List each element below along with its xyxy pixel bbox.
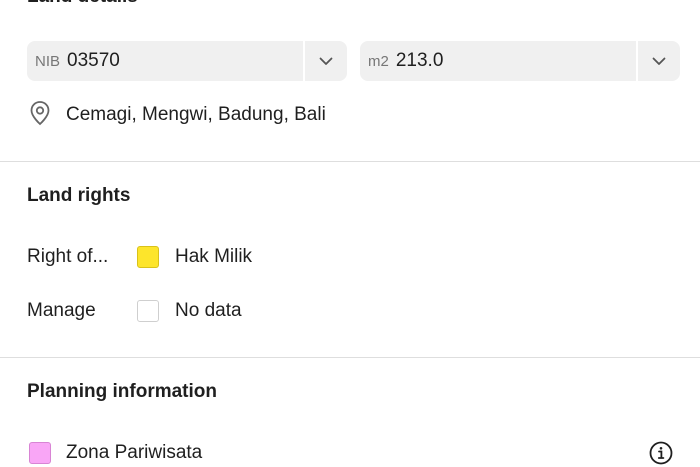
chevron-down-icon[interactable] [638, 41, 680, 81]
location-text: Cemagi, Mengwi, Badung, Bali [66, 104, 326, 125]
planning-heading: Planning information [27, 381, 217, 402]
zone-swatch [29, 442, 51, 464]
manage-label: Manage [27, 300, 96, 321]
zone-value: Zona Pariwisata [66, 442, 203, 463]
area-value: 213.0 [395, 50, 444, 71]
chevron-down-icon[interactable] [305, 41, 347, 81]
location-pin-icon [29, 100, 51, 131]
right-of-swatch [137, 246, 159, 268]
area-prefix: m2 [368, 52, 389, 70]
land-details-heading: Land details [27, 0, 138, 8]
right-of-value: Hak Milik [175, 246, 253, 267]
location-row: Cemagi, Mengwi, Badung, Bali [29, 100, 326, 131]
area-select[interactable]: m2 213.0 [360, 41, 680, 81]
nib-prefix: NIB [35, 52, 61, 70]
nib-select[interactable]: NIB 03570 [27, 41, 347, 81]
section-divider [0, 357, 700, 358]
section-divider [0, 161, 700, 162]
manage-value: No data [175, 300, 242, 321]
right-of-label: Right of... [27, 246, 109, 267]
nib-value: 03570 [67, 50, 120, 71]
info-icon[interactable] [648, 440, 674, 466]
zone-row: Zona Pariwisata [29, 439, 674, 467]
right-of-row: Right of... Hak Milik [27, 243, 252, 271]
land-info-panel: Land details NIB 03570 m2 213.0 Cemagi, … [0, 0, 700, 467]
manage-swatch [137, 300, 159, 322]
land-rights-heading: Land rights [27, 185, 131, 206]
manage-row: Manage No data [27, 297, 242, 325]
